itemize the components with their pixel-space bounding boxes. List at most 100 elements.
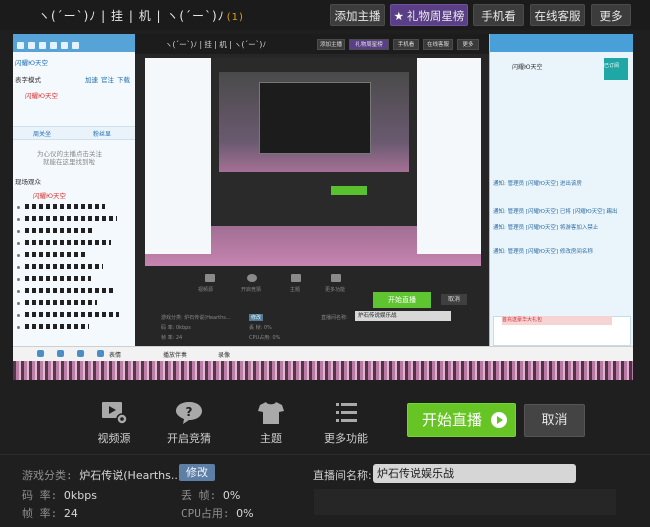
mic-icon — [57, 350, 64, 357]
play-icon — [491, 412, 507, 428]
start-broadcast-button[interactable]: 开始直播 — [407, 403, 516, 437]
start-broadcast-label: 开始直播 — [422, 411, 483, 429]
nested-inner-preview — [219, 72, 409, 172]
mode-link-speed[interactable]: 加速 — [85, 74, 98, 84]
nested-tool-more: 更多功能 — [325, 287, 346, 293]
dropped-frames-label: 丢 帧: — [181, 489, 217, 502]
room-title-label: 直播间名称: — [313, 469, 372, 482]
chat-message-4: 通知: 管理员 [闪耀Ю天空] 修改房间名称 — [493, 249, 593, 255]
dropped-frames-value: 0% — [222, 489, 241, 502]
top-bar: ヽ(´ー`)ﾉ | 挂 | 机 | ヽ(´ー`)ﾉ (1) 添加主播 ★ 礼物周星榜… — [0, 0, 650, 30]
bullet — [17, 326, 20, 329]
nested-tool-video: 视频源 — [198, 287, 214, 293]
nested-go-button: 开始直播 — [373, 292, 431, 308]
right-user-name: 闪耀Ю天空 — [512, 64, 543, 71]
cpu-usage-value: 0% — [236, 507, 254, 520]
room-title-input[interactable]: 炉石传说娱乐战 — [373, 464, 576, 483]
gift-ranking-button[interactable]: ★ 礼物周星榜 — [390, 4, 468, 26]
quiz-button[interactable]: ? 开启竞猜 — [157, 400, 221, 446]
preview-toolbar: 表情 播放伴奏 录像 — [13, 346, 633, 361]
mode-label: 表字模式 — [15, 76, 41, 84]
nested-client-window: ヽ(´ー`)ﾉ | 挂 | 机 | ヽ(´ー`)ﾉ 添加主播 礼物周星榜 手机看… — [135, 34, 489, 346]
tab-fans[interactable]: 粉丝显 — [93, 129, 111, 138]
bullet — [17, 206, 20, 209]
video-source-button[interactable]: 视频源 — [82, 400, 146, 446]
nested-title-field: 炉石传说娱乐战 — [355, 311, 451, 321]
cpu-usage: CPU占用: 0% — [181, 505, 254, 521]
chat-banner: 首充送豪华大礼包 — [502, 316, 612, 325]
chat-message-2: 通知: 管理员 [闪耀Ю天空] 已将 [闪耀Ю天空] 踢出 — [493, 209, 618, 215]
more-functions-button[interactable]: 更多功能 — [314, 400, 378, 446]
nested-more-icon — [331, 274, 341, 282]
tab-following[interactable]: 周关坐 — [33, 129, 51, 138]
left-pane-titlebar — [13, 34, 135, 52]
nested-gift-ranking-button: 礼物周星榜 — [349, 39, 389, 50]
svg-text:?: ? — [186, 405, 193, 419]
bullet — [17, 254, 20, 257]
mode-link-follow[interactable]: 官注 — [101, 74, 114, 84]
nested-add-streamer-button: 添加主播 — [317, 39, 345, 50]
theme-button[interactable]: 主题 — [239, 400, 303, 446]
channel-name-text: ヽ(´ー`)ﾉ | 挂 | 机 | ヽ(´ー`)ﾉ — [38, 9, 225, 23]
toolbar-music-label: 播放伴奏 — [163, 352, 188, 359]
framerate: 帧 率: 24 — [22, 505, 78, 521]
glyph-row — [25, 288, 113, 293]
tb-icon — [72, 42, 79, 49]
preview-right-pane: 闪耀Ю天空 已订阅 通知: 管理员 [闪耀Ю天空] 进出该房 通知: 管理员 [… — [489, 34, 633, 346]
cancel-button[interactable]: 取消 — [524, 404, 585, 437]
nested-quiz-icon — [247, 274, 257, 282]
viewer-name: 闪耀Ю天空 — [33, 192, 67, 200]
tb-icon — [17, 42, 24, 49]
glyph-row — [25, 228, 95, 233]
nested-channel-name: ヽ(´ー`)ﾉ | 挂 | 机 | ヽ(´ー`)ﾉ — [165, 40, 267, 49]
nested-left-pane — [145, 58, 211, 254]
modify-button[interactable]: 修改 — [179, 464, 215, 481]
bullet — [17, 314, 20, 317]
quiz-label: 开启竞猜 — [167, 432, 211, 445]
bullet — [17, 218, 20, 221]
mobile-watch-label: 手机看 — [481, 9, 516, 23]
nested-theme-icon — [291, 274, 301, 282]
bullet — [17, 302, 20, 305]
mode-link-download[interactable]: 下载 — [117, 74, 130, 84]
dropped-frames: 丢 帧: 0% — [181, 487, 240, 503]
nested-more-button: 更多 — [457, 39, 479, 50]
nested-tool-quiz: 开启竞猜 — [241, 287, 262, 293]
nested-inner-core — [259, 82, 371, 154]
glyph-row — [25, 312, 119, 317]
toolbar-record-label: 录像 — [218, 352, 231, 359]
nested-info-rate: 码 率: 0kbps — [161, 325, 191, 331]
star-icon: ★ — [393, 9, 404, 23]
online-support-button[interactable]: 在线客服 — [530, 4, 585, 26]
nested-right-pane — [417, 58, 481, 254]
nested-inner-go — [331, 186, 367, 195]
hint-line-2: 就能在这里找到啦 — [43, 158, 95, 166]
game-category-value: 炉石传说(Hearths... — [79, 469, 182, 482]
left-pane-tabs: 周关坐 粉丝显 — [13, 126, 135, 140]
right-pane-topbar — [490, 34, 633, 52]
gift-icon — [77, 350, 84, 357]
online-support-label: 在线客服 — [534, 9, 581, 23]
bullet — [17, 230, 20, 233]
nested-info-frame: 帧 率: 24 — [161, 335, 183, 341]
divider — [0, 454, 650, 455]
more-label: 更多 — [599, 9, 623, 23]
left-user-name: 闪耀Ю天空 — [25, 92, 59, 100]
glyph-row — [25, 240, 111, 245]
nested-preview — [145, 58, 481, 266]
glyph-row — [25, 300, 97, 305]
preview-left-pane: 闪耀Ю天空 表字模式 加速 官注 下载 闪耀Ю天空 周关坐 粉丝显 为心仪的主播… — [13, 34, 136, 346]
mobile-watch-button[interactable]: 手机看 — [473, 4, 524, 26]
tb-icon — [61, 42, 68, 49]
nested-info-cpu: CPU占用: 0% — [249, 335, 281, 341]
channel-count: (1) — [226, 12, 244, 23]
toolbar-emoji-label: 表情 — [109, 352, 122, 359]
theme-label: 主题 — [260, 432, 282, 445]
add-streamer-button[interactable]: 添加主播 — [330, 4, 385, 26]
more-button[interactable]: 更多 — [591, 4, 631, 26]
chat-message-3: 通知: 管理员 [闪耀Ю天空] 将游客加入禁止 — [493, 225, 599, 231]
cancel-label: 取消 — [541, 413, 568, 428]
nested-video-source-icon — [205, 274, 215, 282]
nested-inner-window — [211, 58, 417, 226]
chat-message-1: 通知: 管理员 [闪耀Ю天空] 进出该房 — [493, 181, 582, 187]
